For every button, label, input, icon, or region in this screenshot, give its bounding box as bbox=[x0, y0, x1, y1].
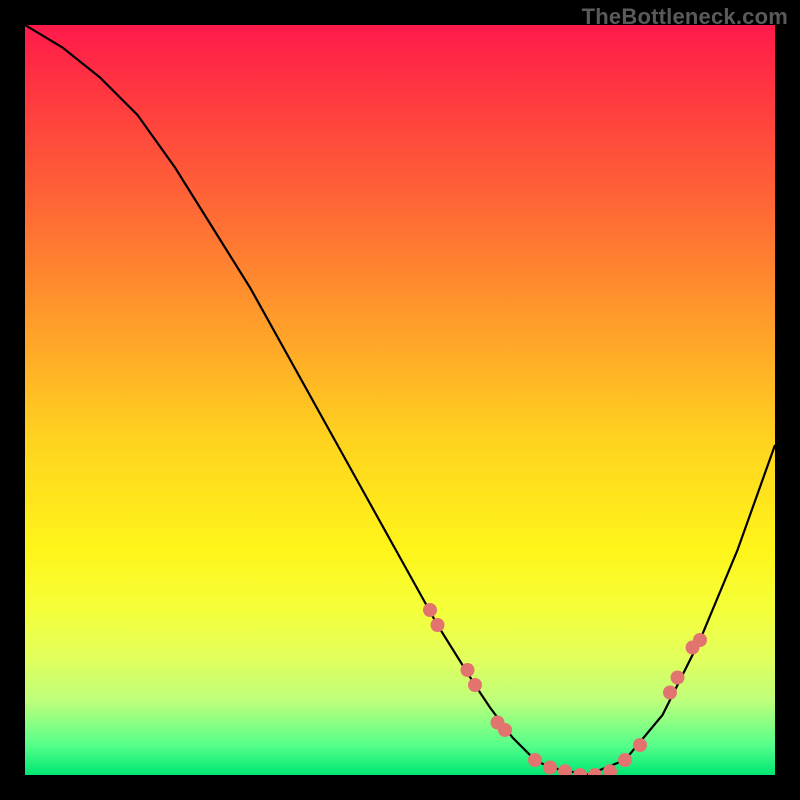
marker-dot bbox=[633, 738, 647, 752]
bottleneck-curve bbox=[25, 25, 775, 775]
marker-dot bbox=[543, 761, 557, 775]
marker-dot bbox=[461, 663, 475, 677]
chart-frame: TheBottleneck.com bbox=[0, 0, 800, 800]
marker-dot bbox=[693, 633, 707, 647]
marker-dot bbox=[663, 686, 677, 700]
curve-markers bbox=[423, 603, 707, 775]
plot-area bbox=[25, 25, 775, 775]
marker-dot bbox=[671, 671, 685, 685]
marker-dot bbox=[423, 603, 437, 617]
curve-svg bbox=[25, 25, 775, 775]
marker-dot bbox=[558, 764, 572, 775]
marker-dot bbox=[431, 618, 445, 632]
marker-dot bbox=[573, 768, 587, 775]
marker-dot bbox=[618, 753, 632, 767]
marker-dot bbox=[528, 753, 542, 767]
marker-dot bbox=[603, 764, 617, 775]
marker-dot bbox=[498, 723, 512, 737]
marker-dot bbox=[468, 678, 482, 692]
